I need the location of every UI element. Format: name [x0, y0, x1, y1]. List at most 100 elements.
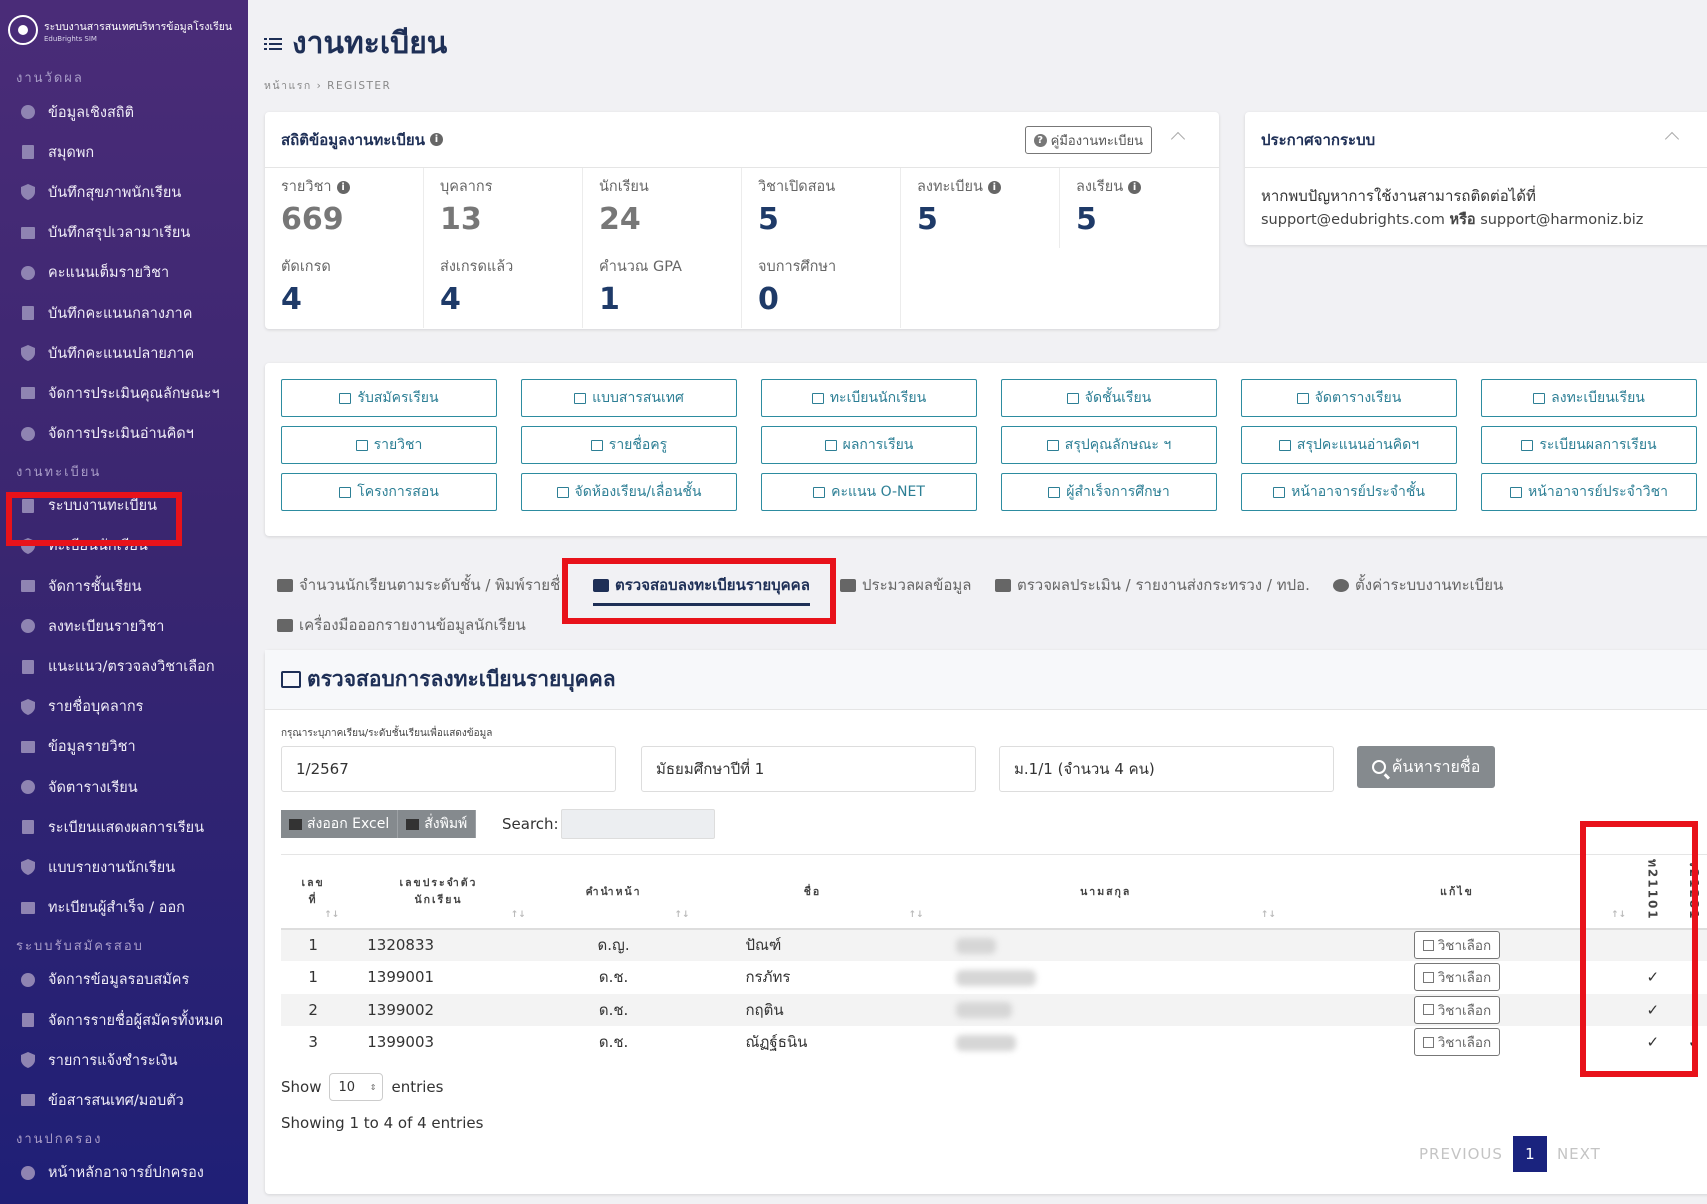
sidebar-item-1-6[interactable]: ข้อมูลรายวิชา [0, 727, 248, 767]
col-name[interactable]: ชื่อ ↑↓ [695, 854, 930, 930]
shortcut-button-6[interactable]: รายวิชา [281, 426, 497, 464]
tab-individual-check[interactable]: ตรวจสอบลงทะเบียนรายบุคคล [593, 573, 810, 606]
chevron-up-icon[interactable] [1170, 131, 1186, 147]
shortcut-button-17[interactable]: หน้าอาจารย์ประจำวิชา [1481, 473, 1697, 511]
menu-item-icon [18, 344, 38, 362]
shortcut-button-1[interactable]: แบบสารสนเทศ [521, 379, 737, 417]
elective-button[interactable]: วิชาเลือก [1413, 1028, 1501, 1057]
sidebar-item-0-0[interactable]: ข้อมูลเชิงสถิติ [0, 92, 248, 132]
sidebar-item-0-6[interactable]: บันทึกคะแนนปลายภาค [0, 333, 248, 373]
sidebar-item-1-0[interactable]: ระบบงานทะเบียน [0, 486, 248, 526]
tab-settings[interactable]: ตั้งค่าระบบงานทะเบียน [1333, 573, 1503, 597]
col-student-id[interactable]: เลขประจำตัวนักเรียน ↑↓ [345, 854, 532, 930]
level-select[interactable]: มัธยมศึกษาปีที่ 1 [641, 746, 976, 792]
menu-item-icon [18, 617, 38, 635]
elective-button[interactable]: วิชาเลือก [1413, 995, 1501, 1024]
next-page-button[interactable]: NEXT [1547, 1145, 1611, 1163]
filter-hint: กรุณาระบุภาคเรียน/ระดับชั้นเรียนเพื่อแสด… [281, 728, 493, 739]
stat-value: 4 [281, 282, 302, 317]
sidebar-item-0-8[interactable]: จัดการประเมินอ่านคิดฯ [0, 414, 248, 454]
shortcut-button-12[interactable]: โครงการสอน [281, 473, 497, 511]
shortcut-button-3[interactable]: จัดชั้นเรียน [1001, 379, 1217, 417]
col-no[interactable]: เลขที่ ↑↓ [281, 854, 346, 930]
sidebar-item-label: สมุดพก [48, 144, 95, 161]
sidebar-item-2-0[interactable]: จัดการข้อมูลรอบสมัคร [0, 960, 248, 1000]
stat-cell: คำนวณ GPA 1 [583, 248, 742, 328]
edit-icon [1422, 971, 1434, 983]
sidebar-item-1-1[interactable]: ทะเบียนนักเรียน [0, 526, 248, 566]
shortcut-button-4[interactable]: จัดตารางเรียน [1241, 379, 1457, 417]
sidebar-item-2-3[interactable]: ข้อสารสนเทศ/มอบตัว [0, 1080, 248, 1120]
table-search-input[interactable] [561, 809, 715, 839]
shortcut-button-0[interactable]: รับสมัครเรียน [281, 379, 497, 417]
elective-button-label: วิชาเลือก [1437, 938, 1492, 954]
sidebar-item-1-4[interactable]: แนะแนว/ตรวจลงวิชาเลือก [0, 646, 248, 686]
button-label: ผลการเรียน [842, 437, 914, 453]
tab-student-count[interactable]: จำนวนนักเรียนตามระดับชั้น / พิมพ์รายชื่ [277, 573, 560, 597]
support-email-2[interactable]: support@harmoniz.biz [1480, 212, 1643, 228]
col-subject-2[interactable]: ว21281 [1673, 854, 1707, 930]
shortcut-button-13[interactable]: จัดห้องเรียน/เลื่อนชั้น [521, 473, 737, 511]
row-edit: วิชาเลือก [1281, 1026, 1633, 1059]
search-names-button[interactable]: ค้นหารายชื่อ [1357, 746, 1495, 788]
row-student-id: 1320833 [345, 928, 532, 962]
tab-process-data[interactable]: ประมวลผลข้อมูล [840, 573, 971, 597]
sidebar-item-0-1[interactable]: สมุดพก [0, 132, 248, 172]
col-surname[interactable]: นามสกุล ↑↓ [929, 854, 1282, 930]
tab-assessment-report[interactable]: ตรวจผลประเมิน / รายงานส่งกระทรวง / ทปอ. [995, 573, 1310, 597]
elective-button[interactable]: วิชาเลือก [1413, 931, 1501, 959]
sidebar-item-1-9[interactable]: แบบรายงานนักเรียน [0, 847, 248, 887]
chevron-up-icon[interactable] [1664, 131, 1680, 147]
sidebar-item-1-10[interactable]: ทะเบียนผู้สำเร็จ / ออก [0, 888, 248, 928]
announcement-card: ประกาศจากระบบ หากพบปัญหาการใช้งานสามารถต… [1245, 112, 1707, 245]
sidebar-item-2-2[interactable]: รายการแจ้งชำระเงิน [0, 1040, 248, 1080]
shortcut-button-2[interactable]: ทะเบียนนักเรียน [761, 379, 977, 417]
sidebar-item-1-5[interactable]: รายชื่อบุคลากร [0, 687, 248, 727]
shortcut-button-grid: รับสมัครเรียน แบบสารสนเทศ ทะเบียนนักเรียนจ… [281, 379, 1697, 511]
sidebar-item-0-4[interactable]: คะแนนเต็มรายวิชา [0, 253, 248, 293]
page-1-button[interactable]: 1 [1512, 1136, 1547, 1172]
term-select[interactable]: 1/2567 [281, 746, 616, 792]
tab-label: ตรวจสอบลงทะเบียนรายบุคคล [615, 576, 810, 594]
shortcut-button-10[interactable]: สรุปคะแนนอ่านคิดฯ [1241, 426, 1457, 464]
sidebar-item-0-5[interactable]: บันทึกคะแนนกลางภาค [0, 293, 248, 333]
file-excel-icon [289, 818, 302, 830]
shortcut-button-5[interactable]: ลงทะเบียนเรียน [1481, 379, 1697, 417]
sidebar-item-0-3[interactable]: บันทึกสรุปเวลามาเรียน [0, 213, 248, 253]
sidebar-item-0-2[interactable]: บันทึกสุขภาพนักเรียน [0, 172, 248, 212]
shortcut-button-15[interactable]: ผู้สำเร็จการศึกษา [1001, 473, 1217, 511]
button-label: ระเบียนผลการเรียน [1539, 437, 1657, 453]
room-select[interactable]: ม.1/1 (จำนวน 4 คน) [999, 746, 1334, 792]
export-excel-button[interactable]: ส่งออก Excel [281, 810, 399, 838]
guide-button[interactable]: ? คู่มืองานทะเบียน [1024, 126, 1152, 154]
row-prefix: ด.ช. [531, 993, 696, 1027]
breadcrumb-home[interactable]: หน้าแรก [264, 80, 312, 92]
sidebar-item-2-1[interactable]: จัดการรายชื่อผู้สมัครทั้งหมด [0, 1000, 248, 1040]
page-length-select[interactable]: 10 ⇕ [329, 1073, 384, 1101]
previous-page-button[interactable]: PREVIOUS [1409, 1145, 1513, 1163]
sidebar-item-3-0[interactable]: หน้าหลักอาจารย์ปกครอง [0, 1153, 248, 1193]
button-icon [556, 486, 569, 498]
sidebar-item-1-3[interactable]: ลงทะเบียนรายวิชา [0, 606, 248, 646]
col-prefix[interactable]: คำนำหน้า ↑↓ [531, 854, 696, 930]
shortcut-button-7[interactable]: รายชื่อครู [521, 426, 737, 464]
menu-item-icon [18, 658, 38, 676]
sidebar-item-1-7[interactable]: จัดตารางเรียน [0, 767, 248, 807]
sidebar-item-0-7[interactable]: จัดการประเมินคุณลักษณะฯ [0, 373, 248, 413]
sidebar-item-1-2[interactable]: จัดการชั้นเรียน [0, 566, 248, 606]
tab-report-tools[interactable]: เครื่องมือออกรายงานข้อมูลนักเรียน [277, 613, 526, 637]
col-edit[interactable]: แก้ไข ↑↓ [1281, 854, 1633, 930]
col-subject-1[interactable]: ท21101 [1632, 854, 1674, 930]
shortcut-button-16[interactable]: หน้าอาจารย์ประจำชั้น [1241, 473, 1457, 511]
shortcut-button-9[interactable]: สรุปคุณลักษณะ ฯ [1001, 426, 1217, 464]
brand[interactable]: ระบบงานสารสนเทศบริหารข้อมูลโรงเรียน EduB… [0, 0, 248, 60]
table-row: 1 1399001 ด.ช. กรภัทร วิชาเลือก ✓ [281, 961, 1707, 994]
shortcut-button-8[interactable]: ผลการเรียน [761, 426, 977, 464]
elective-button[interactable]: วิชาเลือก [1413, 963, 1501, 992]
support-email-1[interactable]: support@edubrights.com [1261, 212, 1445, 228]
print-button[interactable]: สั่งพิมพ์ [398, 810, 477, 838]
shortcut-button-14[interactable]: คะแนน O-NET [761, 473, 977, 511]
sidebar-item-1-8[interactable]: ระเบียนแสดงผลการเรียน [0, 807, 248, 847]
shortcut-button-11[interactable]: ระเบียนผลการเรียน [1481, 426, 1697, 464]
info-icon: i [429, 133, 443, 146]
